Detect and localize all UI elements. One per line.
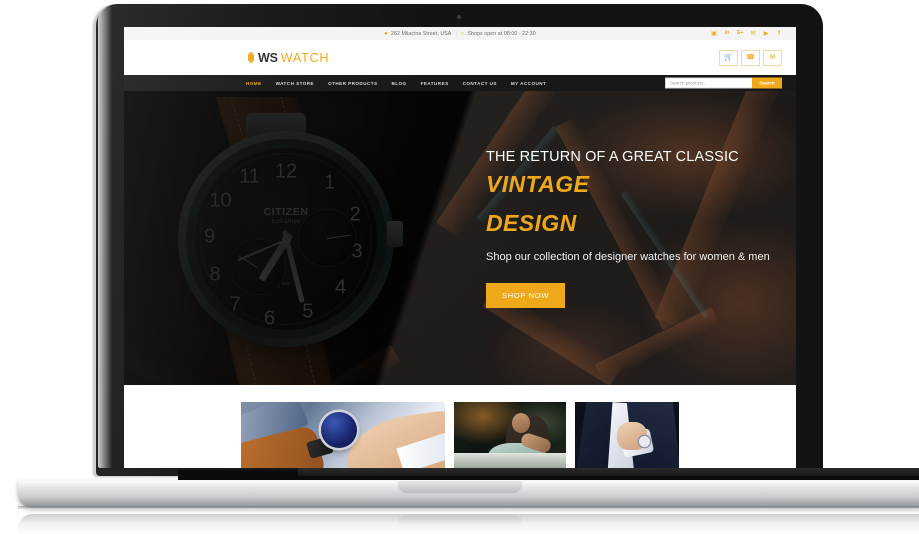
product-card-man-in-suit[interactable] [575, 402, 679, 468]
watch-icon [247, 52, 255, 63]
site-logo[interactable]: WS WATCH [247, 51, 329, 65]
nav-menu: HOME WATCH STORE OTHER PRODUCTS BLOG FEA… [246, 81, 546, 86]
laptop-reflection-notch [398, 514, 522, 524]
webcam-icon [457, 15, 461, 19]
site-navigation: HOME WATCH STORE OTHER PRODUCTS BLOG FEA… [124, 75, 796, 91]
header-action-buttons: 🛒 ☎ ✉ [719, 49, 782, 66]
watch-numeral-6: 6 [264, 307, 276, 330]
logo-primary-text: WS [258, 50, 278, 65]
topbar-address: 262 Milacina Street, USA [391, 30, 452, 37]
hero-watch-photo: 12 1 2 3 4 5 6 7 8 9 10 11 CITIZEN Eco-D… [134, 97, 464, 385]
screenshot-stage: ● 262 Milacina Street, USA | ○ Shops ope… [0, 0, 919, 534]
topbar-separator: | [455, 30, 457, 37]
hero-copy: THE RETURN OF A GREAT CLASSIC VINTAGE DE… [486, 149, 786, 308]
nav-item-contact-us[interactable]: CONTACT US [463, 81, 497, 86]
hero-title-line2: DESIGN [486, 210, 577, 237]
hero-title-line1: VINTAGE [486, 171, 590, 197]
product-image-strip [124, 385, 796, 468]
phone-button[interactable]: ☎ [741, 49, 760, 66]
card2-table [454, 453, 566, 468]
watch-bezel: 12 1 2 3 4 5 6 7 8 9 10 11 CITIZEN Eco-D… [186, 139, 386, 339]
watch-case: 12 1 2 3 4 5 6 7 8 9 10 11 CITIZEN Eco-D… [178, 131, 394, 347]
search-input[interactable] [665, 77, 752, 89]
laptop-hinge-slot [298, 468, 919, 476]
cart-button[interactable]: 🛒 [719, 49, 738, 66]
shop-now-button[interactable]: SHOP NOW [486, 282, 566, 308]
watch-numeral-5: 5 [302, 300, 314, 323]
youtube-icon[interactable]: ▶ [763, 31, 769, 37]
watch-numeral-9: 9 [203, 225, 216, 248]
laptop-base-shadow [18, 506, 919, 510]
laptop-screen: ● 262 Milacina Street, USA | ○ Shops ope… [124, 27, 796, 468]
nav-item-features[interactable]: FEATURES [421, 81, 449, 86]
topbar-hours: Shops open at 08:00 - 22:30 [467, 30, 536, 37]
watch-numeral-12: 12 [274, 160, 298, 183]
email-icon: ✉ [769, 54, 776, 61]
twitter-icon[interactable]: ✉ [750, 31, 756, 37]
watch-numeral-7: 7 [229, 293, 241, 316]
hero-subtitle: Shop our collection of designer watches … [486, 251, 770, 264]
social-links: ▣ in G+ ✉ ▶ f [711, 27, 782, 40]
linkedin-icon[interactable]: in [724, 31, 730, 37]
facebook-icon[interactable]: f [776, 31, 782, 37]
watch-numeral-11: 11 [239, 165, 260, 188]
search-form: Search [665, 77, 782, 89]
watch-dial-text: WR [281, 280, 291, 286]
logo-secondary-text: WATCH [280, 50, 330, 65]
watch-brand: CITIZEN Eco-Drive [263, 206, 308, 225]
hero-banner: 12 1 2 3 4 5 6 7 8 9 10 11 CITIZEN Eco-D… [124, 91, 796, 385]
nav-item-home[interactable]: HOME [246, 81, 262, 86]
watch-dial: 12 1 2 3 4 5 6 7 8 9 10 11 CITIZEN Eco-D… [195, 148, 377, 330]
nav-item-watch-store[interactable]: WATCH STORE [276, 81, 314, 86]
instagram-icon[interactable]: ▣ [711, 31, 717, 37]
google-plus-icon[interactable]: G+ [737, 31, 744, 37]
watch-numeral-4: 4 [335, 276, 347, 299]
product-card-woman-at-restaurant[interactable] [454, 402, 566, 468]
nav-item-other-products[interactable]: OTHER PRODUCTS [328, 81, 377, 86]
site-header: WS WATCH 🛒 ☎ ✉ [124, 40, 796, 75]
cart-icon: 🛒 [724, 54, 733, 61]
clock-icon: ○ [460, 30, 465, 37]
card2-face [512, 412, 531, 433]
location-pin-icon: ● [384, 30, 388, 37]
watch-subdial-right [299, 210, 355, 266]
laptop-base-notch [398, 481, 522, 493]
product-card-wrist-watch-on-desk[interactable] [241, 402, 445, 468]
watch-crown [387, 221, 403, 247]
phone-icon: ☎ [746, 54, 755, 61]
topbar-info: ● 262 Milacina Street, USA | ○ Shops ope… [384, 31, 535, 37]
site-topbar: ● 262 Milacina Street, USA | ○ Shops ope… [124, 27, 796, 40]
watch-numeral-10: 10 [209, 189, 232, 212]
hero-kicker: THE RETURN OF A GREAT CLASSIC [486, 149, 739, 165]
watch-hand-cap [281, 234, 291, 244]
nav-item-my-account[interactable]: MY ACCOUNT [511, 81, 546, 86]
card1-watch-dial [320, 411, 357, 448]
watch-numeral-1: 1 [324, 171, 336, 194]
watch-numeral-8: 8 [209, 263, 221, 286]
email-button[interactable]: ✉ [763, 49, 782, 66]
nav-item-blog[interactable]: BLOG [392, 81, 407, 86]
search-button[interactable]: Search [752, 77, 782, 89]
watch-brand-name: CITIZEN [263, 206, 309, 219]
